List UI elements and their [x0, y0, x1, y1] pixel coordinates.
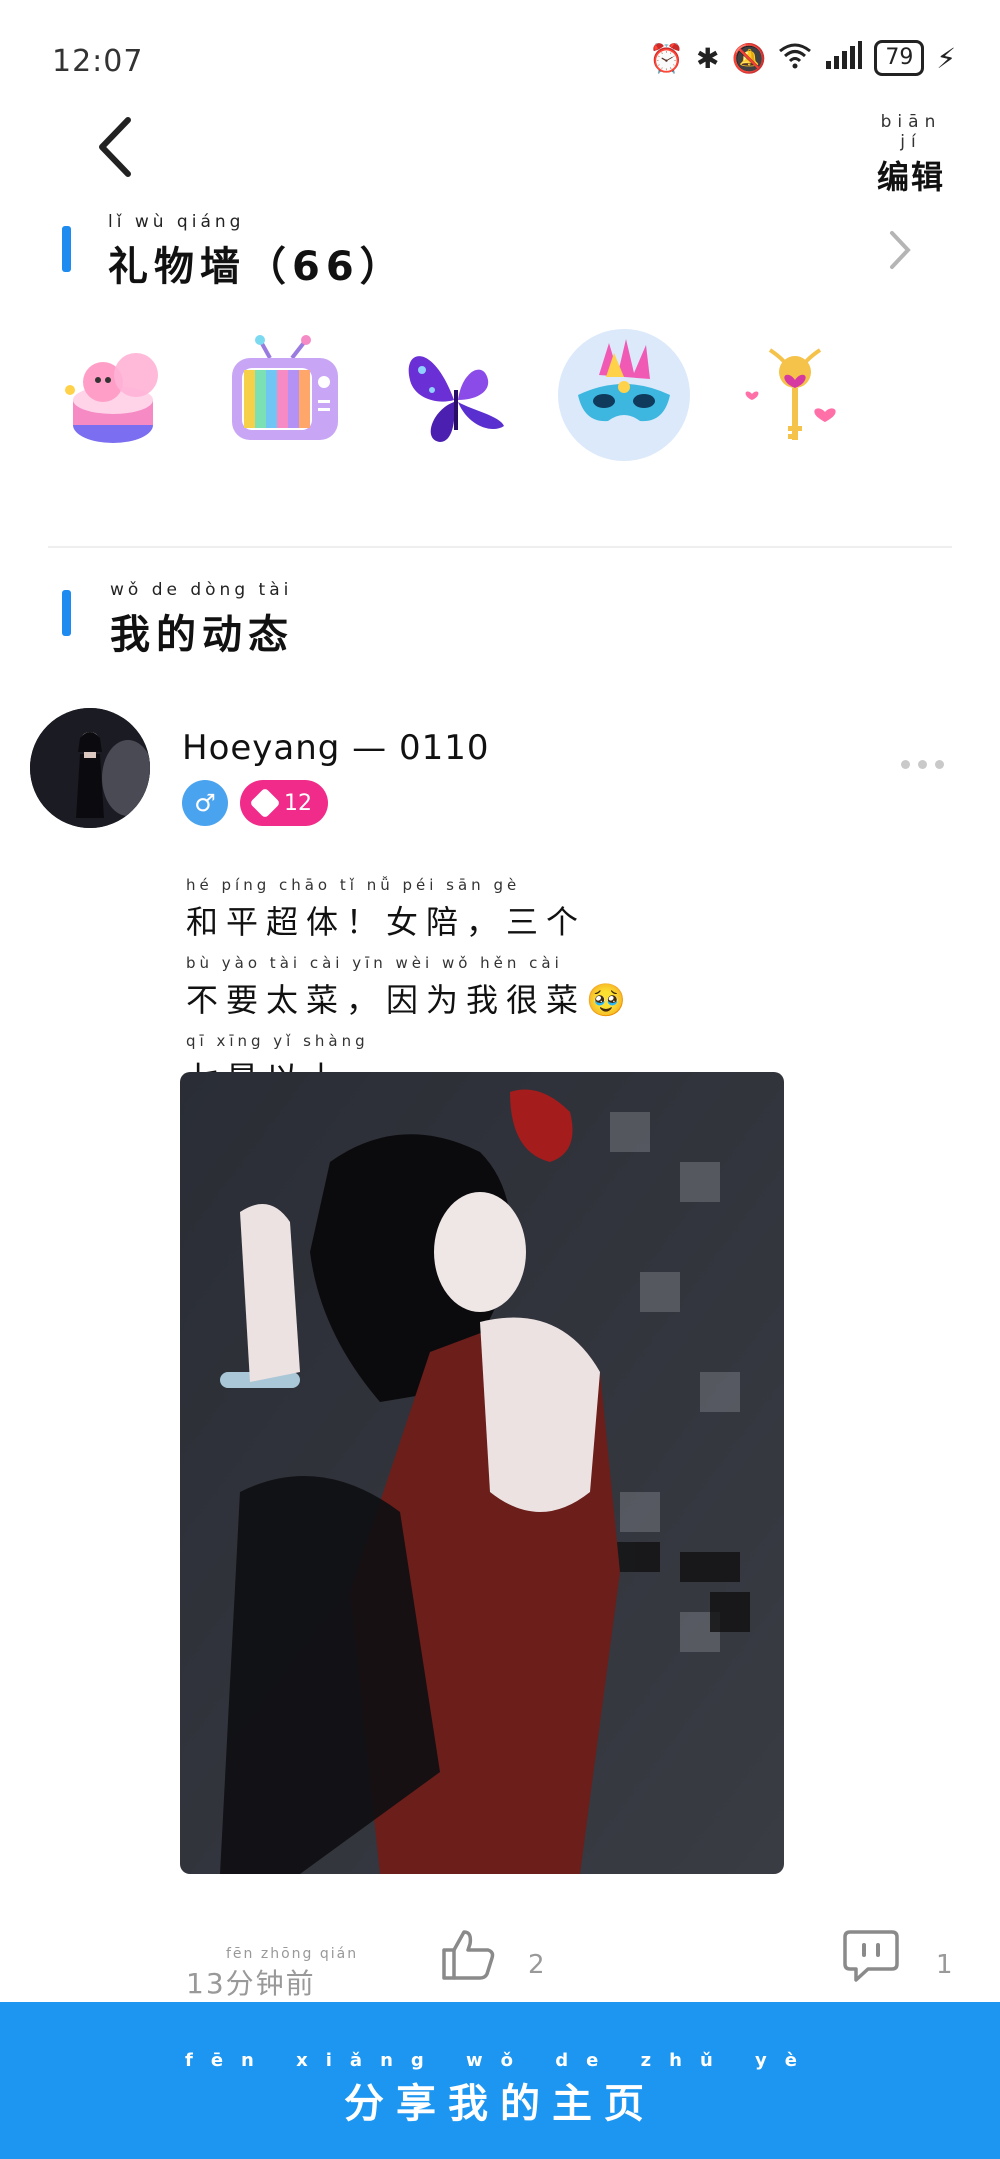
comment-button[interactable] [842, 1928, 900, 1984]
post-line-text: 和平超体！女陪，三个 [186, 903, 587, 941]
post-image[interactable] [180, 1072, 784, 1874]
post-time-label: 13分钟前 [186, 1967, 316, 2000]
thumbs-up-icon [442, 1930, 495, 1980]
level-badge: 12 [240, 780, 328, 826]
gift-wall-accent-bar [62, 226, 71, 272]
post-line: hé píng chāo tǐ nǚ péi sān gè 和平超体！女陪，三个 [186, 872, 746, 950]
post-username[interactable]: Hoeyang — 0110 [182, 728, 490, 768]
charging-icon: ⚡ [936, 41, 956, 75]
alarm-icon: ⏰ [649, 41, 684, 75]
mask-gift-icon[interactable] [554, 325, 694, 465]
more-options-button[interactable] [901, 760, 944, 769]
edit-pinyin: biān jí [880, 112, 942, 152]
back-button[interactable] [88, 112, 148, 182]
level-value: 12 [284, 790, 312, 816]
share-pinyin: fēn xiǎng wǒ de zhǔ yè [185, 2050, 815, 2071]
wifi-icon [778, 41, 812, 76]
dot-icon [901, 760, 910, 769]
post-line-pinyin: bù yào tài cài yīn wèi wǒ hěn cài [186, 954, 563, 972]
edit-label: 编辑 [876, 158, 945, 196]
post-line-text: 不要太菜，因为我很菜🥹 [186, 981, 634, 1019]
bluetooth-icon: ✱ [695, 41, 720, 75]
magic-wand-gift-icon[interactable] [730, 330, 860, 460]
share-homepage-button[interactable]: fēn xiǎng wǒ de zhǔ yè 分享我的主页 [0, 2002, 1000, 2159]
share-label: 分享我的主页 [344, 2081, 656, 2127]
chevron-left-icon [99, 117, 131, 177]
status-icons: ⏰ ✱ 🔕 79 ⚡ [649, 36, 956, 80]
post-line-pinyin: qī xīng yǐ shàng [186, 1032, 369, 1050]
gender-male-badge: ♂ [182, 780, 228, 826]
chevron-right-icon [890, 231, 911, 269]
gift-wall-title[interactable]: lǐ wù qiáng 礼物墙（66） [108, 212, 406, 292]
mute-icon: 🔕 [731, 41, 767, 75]
tv-gift-icon[interactable] [220, 330, 350, 460]
avatar[interactable] [30, 708, 150, 828]
post-time: fēn zhōng qián 13分钟前 [186, 1946, 358, 2002]
dot-icon [918, 760, 927, 769]
status-time: 12:07 [52, 44, 144, 79]
signal-icon [824, 40, 863, 76]
moments-label: 我的动态 [110, 612, 294, 658]
section-divider [48, 546, 952, 548]
gift-wall-pinyin: lǐ wù qiáng [108, 212, 245, 232]
moments-title: wǒ de dòng tài 我的动态 [110, 580, 294, 660]
moments-accent-bar [62, 590, 71, 636]
edit-button[interactable]: biān jí 编辑 [866, 112, 956, 198]
dot-icon [935, 760, 944, 769]
battery-level: 79 [874, 40, 925, 76]
cake-gift-icon[interactable] [48, 330, 178, 460]
gift-wall-arrow-button[interactable] [880, 225, 920, 275]
comment-count: 1 [936, 1950, 953, 1980]
like-button[interactable] [440, 1926, 496, 1982]
moments-pinyin: wǒ de dòng tài [110, 580, 293, 600]
post-text: hé píng chāo tǐ nǚ péi sān gè 和平超体！女陪，三个… [186, 872, 746, 1106]
comment-icon [843, 1930, 899, 1982]
post-time-pinyin: fēn zhōng qián [226, 1946, 359, 1962]
post-line-pinyin: hé píng chāo tǐ nǚ péi sān gè [186, 876, 521, 894]
butterfly-gift-icon[interactable] [392, 330, 522, 460]
gift-wall-label: 礼物墙（66） [108, 244, 406, 290]
post-line: bù yào tài cài yīn wèi wǒ hěn cài 不要太菜，因… [186, 950, 746, 1028]
like-count: 2 [528, 1950, 545, 1980]
diamond-icon [249, 787, 281, 819]
